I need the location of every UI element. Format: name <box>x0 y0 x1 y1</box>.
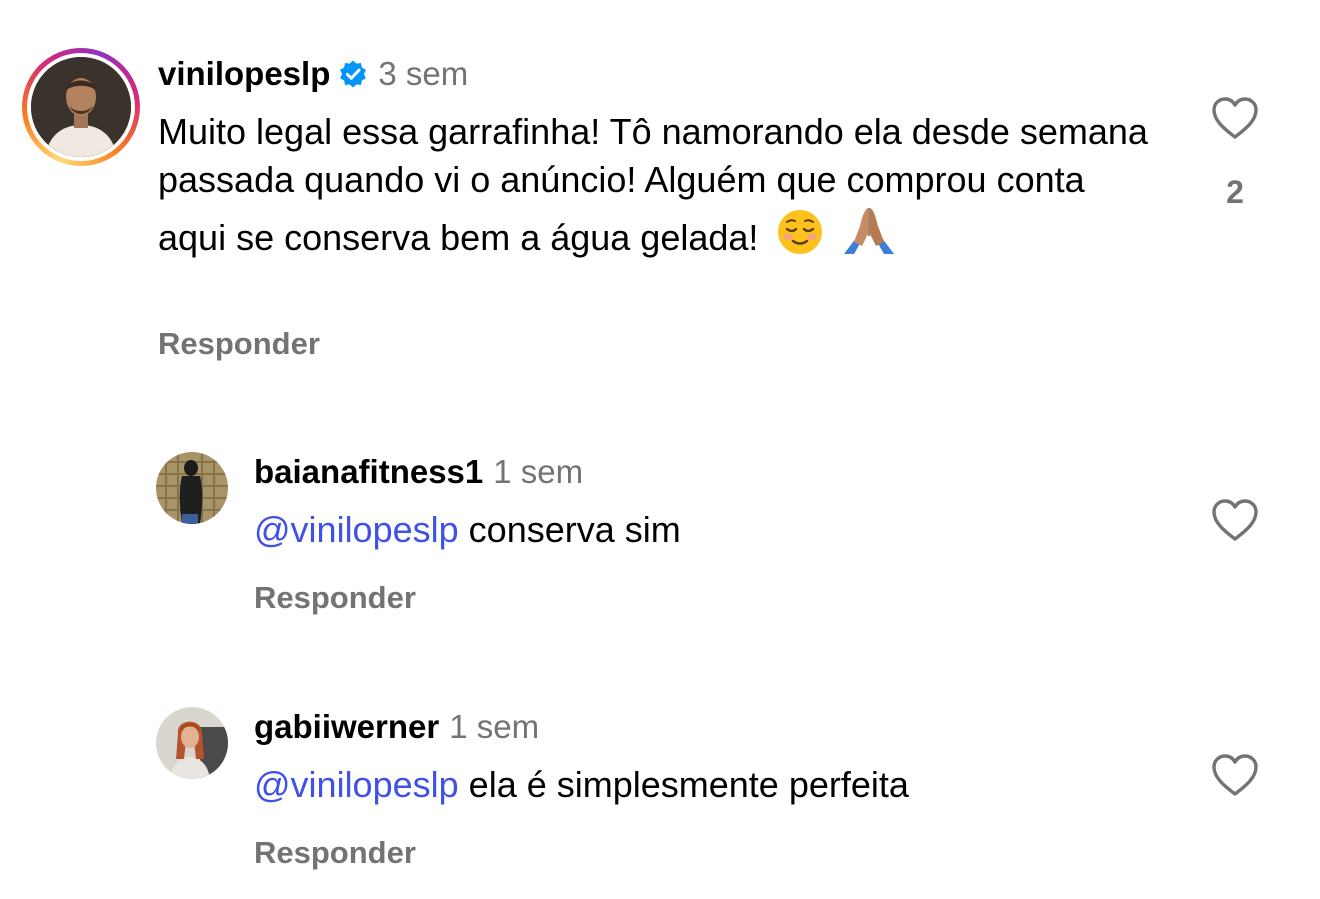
comment-text: @vinilopeslp ela é simplesmente perfeita <box>254 761 909 809</box>
reply-button[interactable]: Responder <box>158 326 320 362</box>
like-count: 2 <box>1226 174 1244 210</box>
avatar[interactable] <box>156 452 228 524</box>
comment-body: Muito legal essa garrafinha! Tô namorand… <box>158 111 1148 258</box>
comment-text: @vinilopeslp conserva sim <box>254 506 681 554</box>
mention-link[interactable]: @vinilopeslp <box>254 509 459 550</box>
heart-outline-icon[interactable] <box>1211 498 1259 547</box>
username[interactable]: gabiiwerner <box>254 708 439 746</box>
avatar[interactable] <box>31 57 131 157</box>
comment-header: gabiiwerner 1 sem <box>254 707 539 747</box>
reply-button[interactable]: Responder <box>254 580 416 616</box>
comment-vinilopeslp: vinilopeslp 3 sem Muito legal essa garra… <box>0 0 1320 400</box>
timestamp: 1 sem <box>449 708 540 745</box>
username[interactable]: baianafitness1 <box>254 453 483 491</box>
heart-outline-icon[interactable] <box>1211 96 1259 145</box>
mention-link[interactable]: @vinilopeslp <box>254 764 459 805</box>
folded-hands-icon <box>840 204 898 268</box>
verified-badge-icon <box>338 59 368 89</box>
comment-text: Muito legal essa garrafinha! Tô namorand… <box>158 108 1148 268</box>
comment-header: baianafitness1 1 sem <box>254 452 583 492</box>
comment-body: conserva sim <box>468 509 681 550</box>
comment-baianafitness1: baianafitness1 1 sem @vinilopeslp conser… <box>0 440 1320 640</box>
smiling-face-icon <box>776 208 824 268</box>
comment-body: ela é simplesmente perfeita <box>468 764 909 805</box>
reply-button[interactable]: Responder <box>254 835 416 871</box>
timestamp: 1 sem <box>493 453 584 490</box>
comment-header: vinilopeslp 3 sem <box>158 54 468 94</box>
story-ring[interactable] <box>22 48 140 166</box>
timestamp: 3 sem <box>378 55 469 92</box>
avatar[interactable] <box>156 707 228 779</box>
heart-outline-icon[interactable] <box>1211 753 1259 802</box>
comment-gabiiwerner: gabiiwerner 1 sem @vinilopeslp ela é sim… <box>0 695 1320 895</box>
username[interactable]: vinilopeslp <box>158 55 330 93</box>
